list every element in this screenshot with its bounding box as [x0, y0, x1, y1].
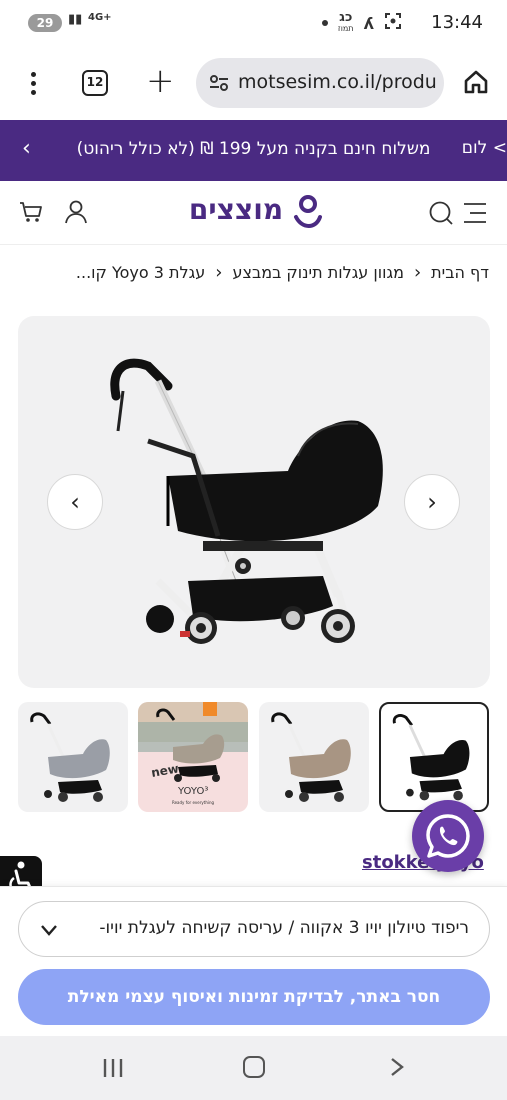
signal-icon: ▮▮	[68, 12, 83, 27]
promo-next-text[interactable]: לום <	[462, 138, 507, 158]
breadcrumb-category[interactable]: מגוון עגלות תינוק במבצע	[232, 263, 403, 282]
thumbnail-tag-text: Ready for everything	[172, 800, 215, 805]
search-icon[interactable]	[428, 200, 454, 226]
chevron-down-icon	[41, 925, 57, 936]
plus-icon[interactable]: +	[146, 64, 175, 98]
breadcrumb: דף הבית ‹ מגוון עגלות תינוק במבצע ‹ עגלת…	[0, 248, 507, 298]
variant-select[interactable]: ריפוד טיולון יויו 3 אקווה / עריסה קשיחה …	[18, 901, 490, 957]
thumbnail-yoyo3-promo[interactable]: new YOYO³ Ready for everything	[138, 702, 248, 812]
chevron-left-icon: ‹	[413, 262, 422, 283]
nav-home-icon[interactable]	[243, 1056, 265, 1078]
variant-select-value: ריפוד טיולון יויו 3 אקווה / עריסה קשיחה …	[99, 918, 469, 938]
thumbnail-grey-image	[30, 712, 110, 802]
tab-switcher-button[interactable]: 12	[82, 70, 108, 96]
cart-icon[interactable]	[18, 199, 44, 225]
address-bar[interactable]: motsesim.co.il/produ	[196, 58, 444, 108]
availability-button[interactable]: חסר באתר, לבדיקת זמינות ואיסוף עצמי מאיל…	[18, 969, 490, 1025]
chevron-left-icon: ‹	[215, 262, 223, 283]
site-logo[interactable]: מוצצים	[184, 191, 326, 233]
user-icon[interactable]	[64, 199, 88, 225]
promo-text: משלוח חינם בקניה מעל 199 ₪ (לא כולל ריהו…	[76, 139, 431, 159]
promo-banner: ‹ משלוח חינם בקניה מעל 199 ₪ (לא כולל רי…	[0, 120, 507, 181]
thumbnail-taupe-image	[271, 712, 351, 802]
site-settings-icon[interactable]	[208, 72, 230, 94]
purchase-panel: ריפוד טיולון יויו 3 אקווה / עריסה קשיחה …	[0, 886, 507, 1036]
whatsapp-icon	[426, 814, 470, 858]
system-nav-bar	[0, 1036, 507, 1100]
gallery-next-button[interactable]: ›	[404, 474, 460, 530]
battery-indicator: 29	[28, 14, 62, 32]
logo-mark-icon	[294, 195, 322, 228]
network-type: 4G+	[88, 12, 112, 23]
nav-back-icon[interactable]	[386, 1056, 408, 1078]
status-bar: 29 ▮▮ 4G+ כג תמוז ʎ 13:44	[0, 0, 507, 48]
logo-text: מוצצים	[188, 193, 284, 226]
home-icon[interactable]	[462, 68, 490, 96]
screenshot-icon	[384, 12, 402, 34]
thumbnail-taupe[interactable]	[259, 702, 369, 812]
thumbnail-brand-text: YOYO³	[177, 786, 208, 797]
thumbnail-grey[interactable]	[18, 702, 128, 812]
gallery-prev-button[interactable]: ‹	[47, 474, 103, 530]
whatsapp-button[interactable]	[412, 800, 484, 872]
kebab-icon[interactable]	[26, 72, 40, 98]
stroller-image	[110, 358, 383, 644]
assistant-icon: ʎ	[363, 13, 374, 33]
site-header: מוצצים	[0, 181, 507, 245]
recent-apps-icon[interactable]	[102, 1058, 124, 1078]
thumbnail-black-image	[392, 714, 470, 801]
product-gallery[interactable]: ‹ ›	[18, 316, 490, 688]
notification-dot-icon	[321, 20, 328, 26]
browser-toolbar: 12 + motsesim.co.il/produ	[0, 48, 507, 120]
url-text[interactable]: motsesim.co.il/produ	[238, 71, 437, 93]
breadcrumb-home[interactable]: דף הבית	[431, 263, 489, 282]
hebrew-date: כג תמוז	[337, 11, 354, 34]
breadcrumb-current: עגלת Yoyo 3 קו...	[75, 263, 206, 282]
thumbnail-promo-image: new YOYO³ Ready for everything	[138, 702, 248, 805]
menu-icon[interactable]	[462, 202, 488, 224]
clock: 13:44	[431, 12, 483, 33]
hebrew-month: תמוז	[337, 24, 354, 33]
status-icons: כג תמוז ʎ	[321, 11, 402, 34]
thumbnail-black[interactable]	[379, 702, 489, 812]
